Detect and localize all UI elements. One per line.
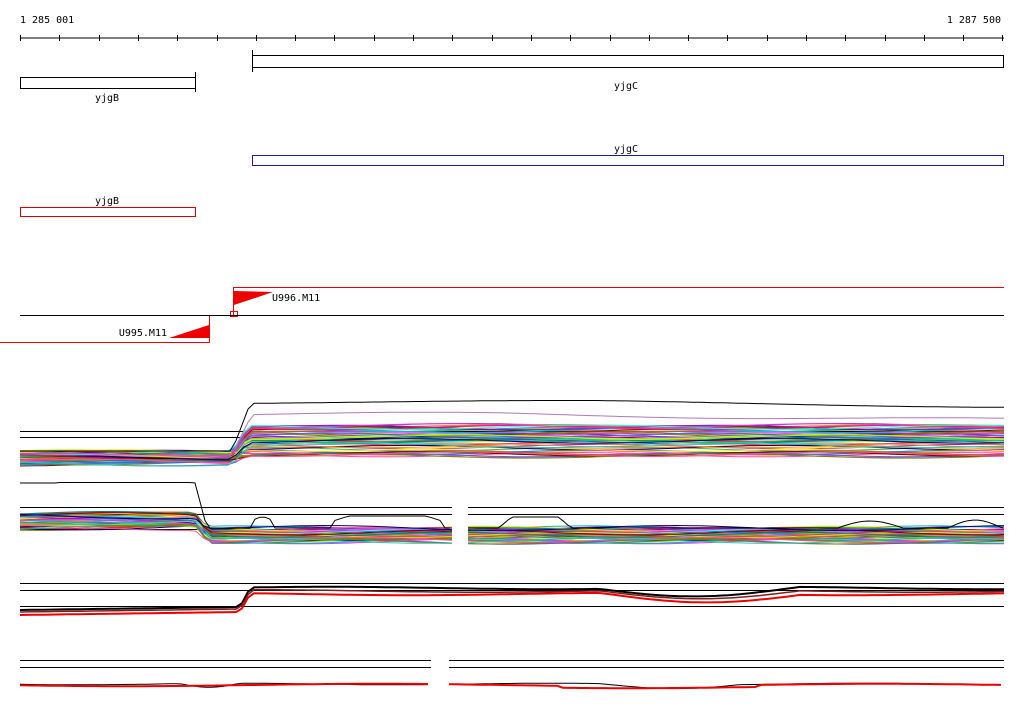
gene-box-yjgC[interactable] bbox=[252, 55, 1004, 68]
transcript-label-forward: U996.M11 bbox=[272, 293, 320, 304]
transcript-label-reverse: U995.M11 bbox=[119, 328, 167, 339]
genome-browser-view: 1 285 001 1 287 500 yjgB yjgC yjgC yjgB … bbox=[0, 15, 1005, 690]
expression-profile bbox=[19, 591, 1005, 616]
gene-box-yjgB[interactable] bbox=[20, 77, 196, 89]
coordinate-ruler: 1 285 001 1 287 500 bbox=[20, 15, 1004, 41]
terminator-arrow-icon bbox=[169, 325, 209, 338]
gene-box-yjgB-red[interactable] bbox=[20, 207, 196, 217]
promoter-arrow-icon bbox=[234, 291, 273, 305]
gene-label-yjgB: yjgB bbox=[95, 93, 119, 104]
gene-label-yjgB-red: yjgB bbox=[95, 196, 119, 207]
gene-track-annotations: yjgB yjgC bbox=[20, 50, 1004, 104]
ruler-end-label: 1 287 500 bbox=[947, 15, 1001, 26]
gene-label-yjgC: yjgC bbox=[614, 81, 638, 92]
gene-track-strand: yjgC yjgB bbox=[20, 144, 1004, 217]
ruler-start-label: 1 285 001 bbox=[20, 15, 74, 26]
gene-box-yjgC-blue[interactable] bbox=[252, 155, 1004, 166]
expression-track-1 bbox=[19, 400, 1005, 467]
transcription-unit-track: U996.M11 U995.M11 bbox=[0, 287, 1004, 343]
expression-track-4 bbox=[19, 660, 1004, 690]
expression-track-2 bbox=[19, 482, 1005, 545]
expression-track-3 bbox=[19, 583, 1005, 616]
gene-label-yjgC-blue: yjgC bbox=[614, 144, 638, 155]
